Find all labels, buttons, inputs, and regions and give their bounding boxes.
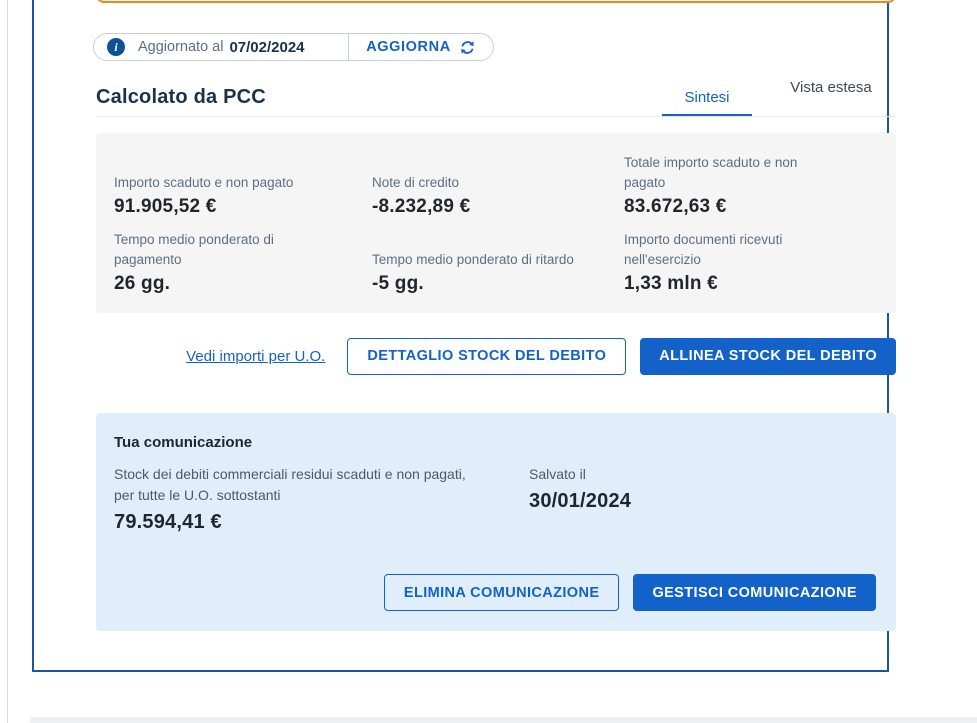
updated-at-label: Aggiornato al (138, 39, 223, 55)
comunicazione-amount-cell: Stock dei debiti commerciali residui sca… (114, 464, 529, 534)
stat-value: -5 gg. (372, 273, 624, 295)
section-title: Calcolato da PCC (96, 86, 266, 109)
stat-tempo-pagamento: Tempo medio ponderato di pagamento 26 gg… (114, 230, 372, 295)
stat-label: Importo documenti ricevuti nell'esercizi… (624, 230, 846, 270)
saved-date: 30/01/2024 (529, 490, 876, 513)
stat-value: 83.672,63 € (624, 196, 878, 218)
tab-vista-estesa[interactable]: Vista estesa (786, 80, 876, 96)
stat-value: 91.905,52 € (114, 196, 372, 218)
stock-debito-card: i Aggiornato al 07/02/2024 AGGIORNA Calc… (32, 0, 889, 672)
left-border-line (7, 0, 8, 723)
stat-label: Note di credito (372, 173, 624, 193)
info-icon[interactable]: i (107, 38, 125, 56)
stat-value: -8.232,89 € (372, 196, 624, 218)
tabs-divider (96, 116, 896, 117)
update-status-left: i Aggiornato al 07/02/2024 (94, 38, 348, 56)
update-status-pill: i Aggiornato al 07/02/2024 AGGIORNA (93, 33, 494, 61)
warning-alert-box (96, 0, 896, 3)
comunicazione-buttons-row: ELIMINA COMUNICAZIONE GESTISCI COMUNICAZ… (114, 574, 876, 611)
stat-label: Tempo medio ponderato di ritardo (372, 250, 594, 270)
allinea-stock-button[interactable]: ALLINEA STOCK DEL DEBITO (640, 338, 896, 375)
gestisci-comunicazione-button[interactable]: GESTISCI COMUNICAZIONE (633, 574, 876, 611)
stat-label: Importo scaduto e non pagato (114, 173, 372, 193)
stat-note-credito: Note di credito -8.232,89 € (372, 173, 624, 218)
tua-comunicazione-panel: Tua comunicazione Stock dei debiti comme… (96, 413, 896, 631)
stat-importo-documenti: Importo documenti ricevuti nell'esercizi… (624, 230, 878, 295)
amount-label: Stock dei debiti commerciali residui sca… (114, 464, 474, 506)
page-bottom-strip (30, 717, 977, 723)
updated-at-date: 07/02/2024 (229, 39, 304, 56)
amount-value: 79.594,41 € (114, 511, 529, 534)
vedi-importi-link[interactable]: Vedi importi per U.O. (186, 348, 325, 365)
stat-label: Tempo medio ponderato di pagamento (114, 230, 336, 270)
stat-importo-scaduto: Importo scaduto e non pagato 91.905,52 € (114, 173, 372, 218)
stat-label: Totale importo scaduto e non pagato (624, 153, 836, 193)
comunicazione-title: Tua comunicazione (114, 434, 876, 451)
comunicazione-saved-cell: Salvato il 30/01/2024 (529, 464, 876, 534)
stock-actions-row: Vedi importi per U.O. DETTAGLIO STOCK DE… (96, 337, 896, 375)
saved-label: Salvato il (529, 464, 876, 485)
tab-sintesi[interactable]: Sintesi (662, 89, 752, 106)
stat-value: 26 gg. (114, 273, 372, 295)
dettaglio-stock-button[interactable]: DETTAGLIO STOCK DEL DEBITO (347, 338, 626, 375)
refresh-button-label: AGGIORNA (366, 39, 451, 55)
page-root: i Aggiornato al 07/02/2024 AGGIORNA Calc… (0, 0, 977, 723)
refresh-icon (459, 39, 476, 56)
stat-totale-importo: Totale importo scaduto e non pagato 83.6… (624, 153, 878, 218)
stat-value: 1,33 mln € (624, 273, 878, 295)
stat-tempo-ritardo: Tempo medio ponderato di ritardo -5 gg. (372, 250, 624, 295)
elimina-comunicazione-button[interactable]: ELIMINA COMUNICAZIONE (384, 574, 620, 611)
pcc-stats-panel: Importo scaduto e non pagato 91.905,52 €… (96, 133, 896, 313)
refresh-button[interactable]: AGGIORNA (349, 39, 493, 56)
